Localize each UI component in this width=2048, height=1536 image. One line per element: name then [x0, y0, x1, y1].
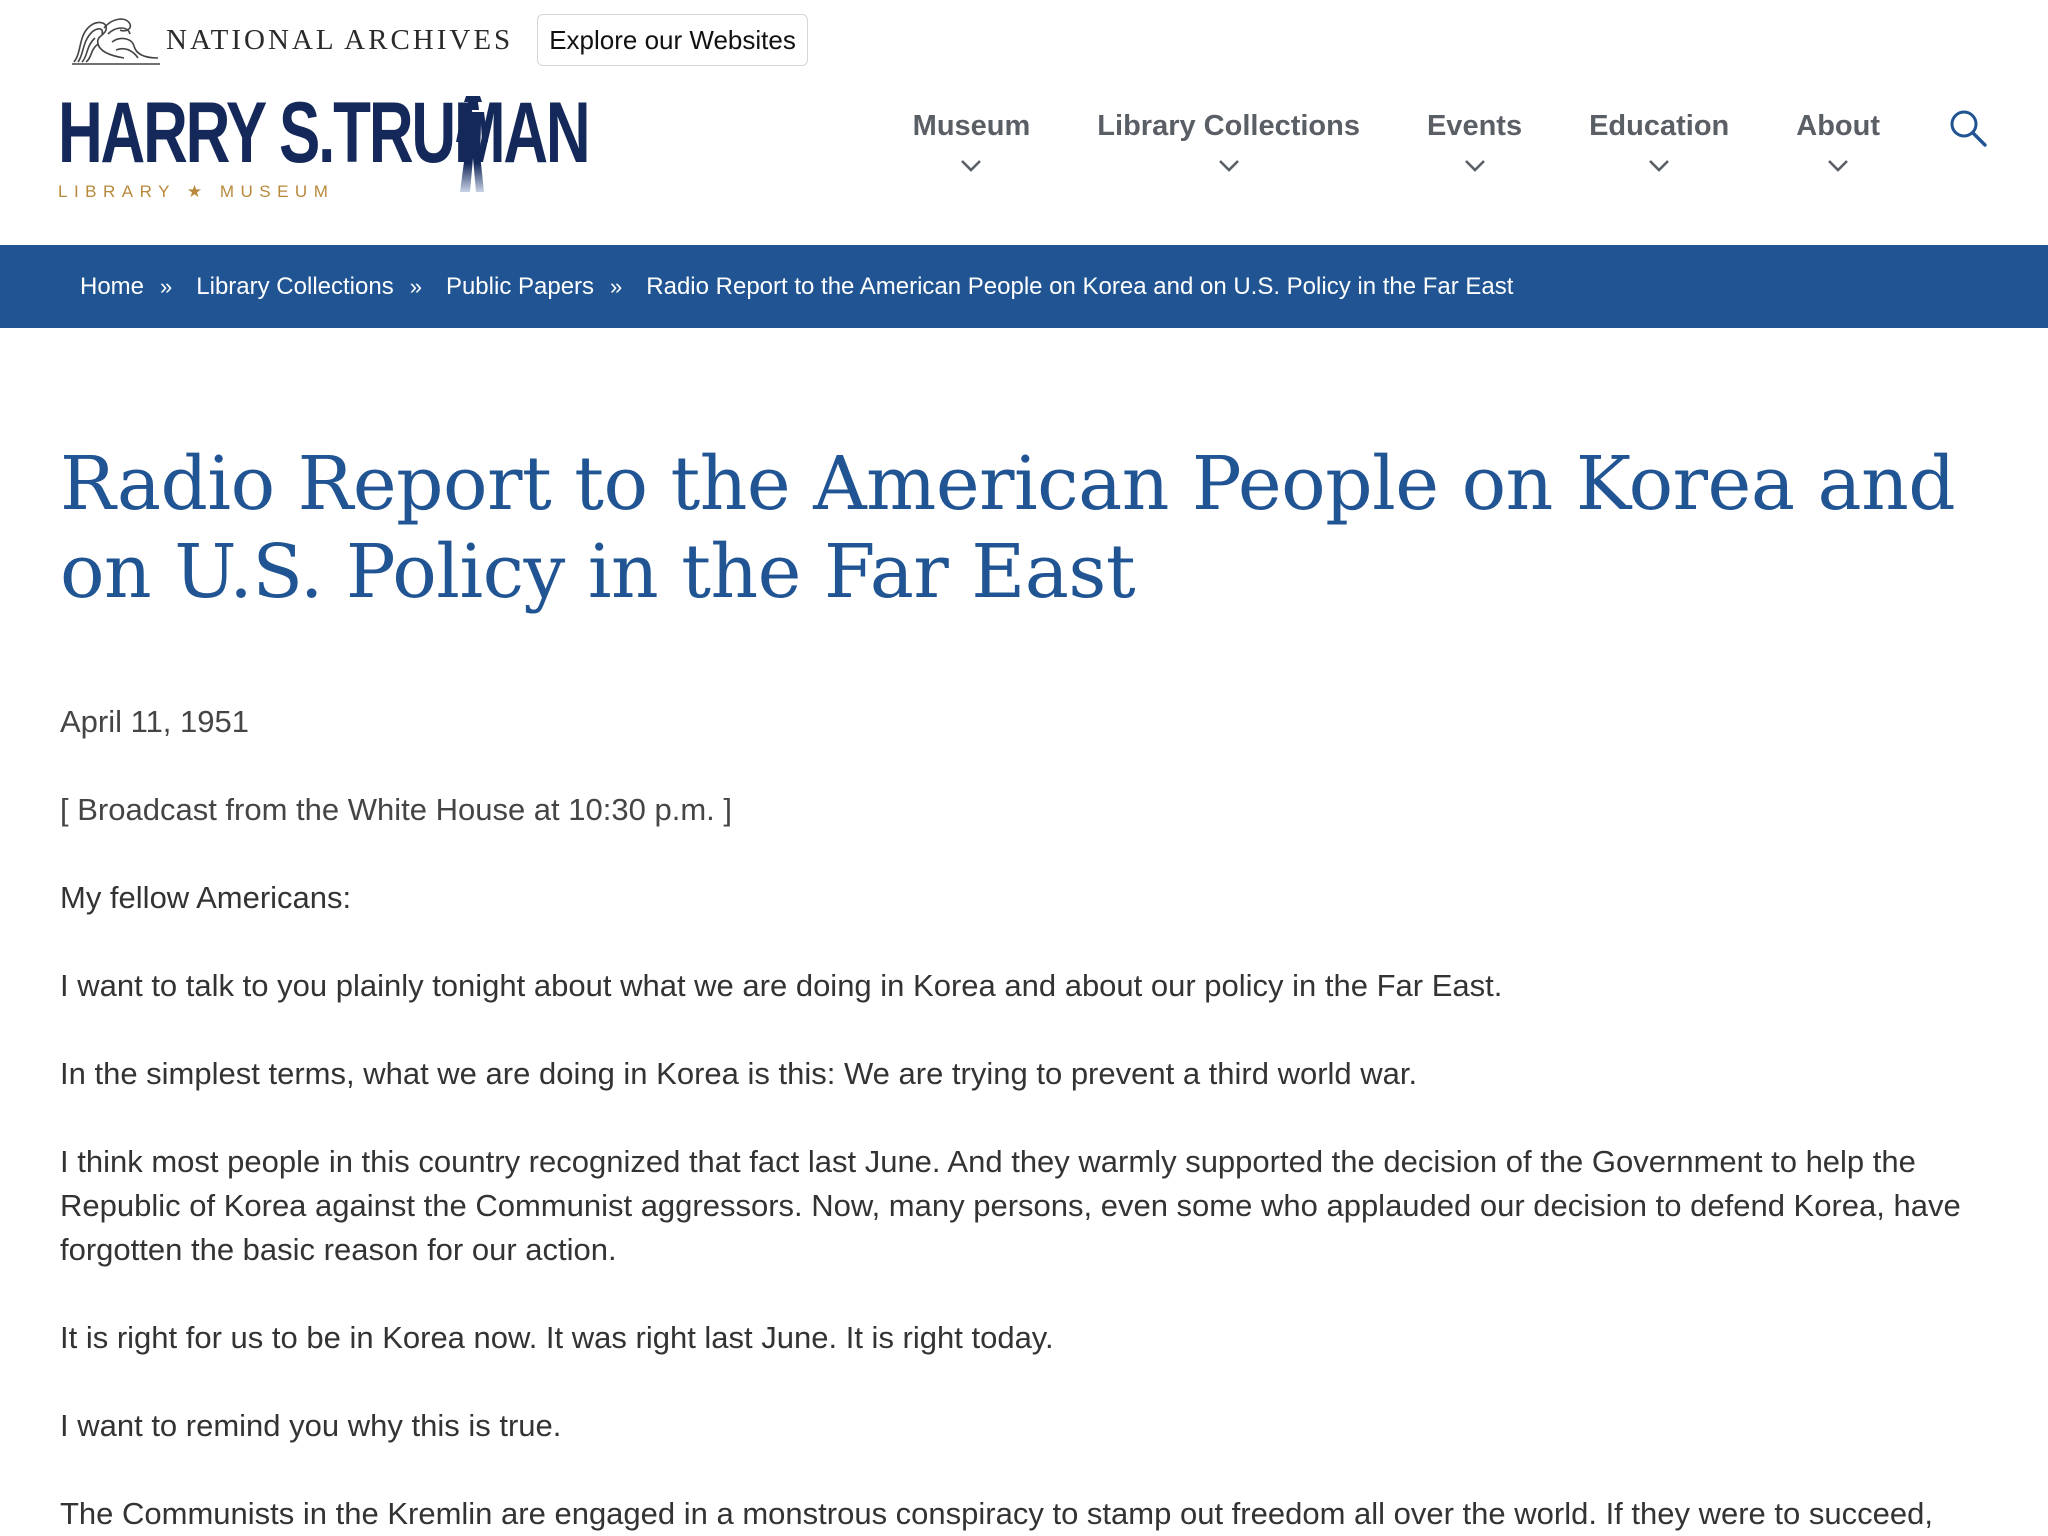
national-archives-eagle-icon — [72, 18, 160, 65]
document-paragraph: I want to talk to you plainly tonight ab… — [60, 968, 1503, 1003]
nav-item-events[interactable]: Events — [1427, 110, 1522, 173]
truman-figure-icon — [456, 96, 488, 192]
document-paragraph: I want to remind you why this is true. — [60, 1408, 562, 1443]
breadcrumb-library-collections[interactable]: Library Collections — [196, 273, 393, 301]
document-paragraph: My fellow Americans: — [60, 880, 352, 915]
nav-item-education[interactable]: Education — [1589, 110, 1729, 173]
explore-websites-button[interactable]: Explore our Websites — [537, 14, 808, 66]
breadcrumb-home[interactable]: Home — [80, 273, 144, 301]
chevron-down-icon — [1464, 160, 1485, 172]
chevron-down-icon — [1218, 160, 1239, 172]
nav-item-label: Museum — [912, 110, 1031, 142]
chevron-down-icon — [961, 160, 982, 172]
national-archives-logo[interactable]: NATIONAL ARCHIVES — [68, 12, 513, 68]
document-date: April 11, 1951 — [60, 704, 249, 739]
nav-item-label: Library Collections — [1097, 110, 1360, 142]
brand-title: HARRY S.TRUMAN — [58, 85, 591, 181]
breadcrumb: Home » Library Collections » Public Pape… — [0, 245, 2048, 328]
document-paragraph: It is right for us to be in Korea now. I… — [60, 1320, 1054, 1355]
agency-name: NATIONAL ARCHIVES — [166, 23, 514, 56]
broadcast-note: [ Broadcast from the White House at 10:3… — [60, 792, 732, 827]
main-nav: Museum Library Collections Events Educat… — [846, 110, 1988, 173]
search-icon — [1950, 110, 1987, 147]
nav-item-label: Education — [1589, 110, 1730, 142]
nav-item-library-collections[interactable]: Library Collections — [1097, 110, 1360, 173]
chevron-down-icon — [1828, 160, 1849, 172]
breadcrumb-separator: » — [610, 273, 623, 299]
chevron-down-icon — [1649, 160, 1670, 172]
document-paragraph: In the simplest terms, what we are doing… — [60, 1056, 1418, 1091]
document-paragraph: I think most people in this country reco… — [60, 1144, 1961, 1267]
document-body: April 11, 1951 [ Broadcast from the Whit… — [60, 700, 2000, 1536]
breadcrumb-current-page: Radio Report to the American People on K… — [646, 272, 1514, 300]
search-button[interactable] — [1948, 108, 1988, 148]
breadcrumb-public-papers[interactable]: Public Papers — [446, 273, 594, 301]
nav-item-label: Events — [1426, 110, 1523, 142]
truman-library-logo[interactable]: HARRY S.TRUMAN LIBRARY ★ MUSEUM — [58, 90, 591, 205]
page-title: Radio Report to the American People on K… — [60, 441, 1956, 615]
breadcrumb-separator: » — [160, 273, 173, 299]
brand-subtitle: LIBRARY ★ MUSEUM — [58, 182, 335, 201]
nav-item-museum[interactable]: Museum — [912, 110, 1031, 173]
nav-item-label: About — [1796, 110, 1880, 142]
utility-bar: NATIONAL ARCHIVES Explore our Websites — [68, 10, 808, 70]
document-paragraph: The Communists in the Kremlin are engage… — [60, 1496, 1933, 1531]
breadcrumb-separator: » — [409, 273, 422, 299]
nav-item-about[interactable]: About — [1796, 110, 1880, 173]
